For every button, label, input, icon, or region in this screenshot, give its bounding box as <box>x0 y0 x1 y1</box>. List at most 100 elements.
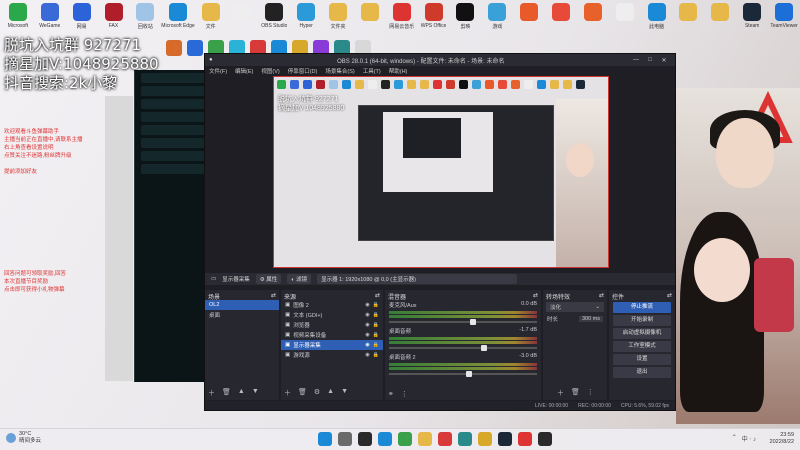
gear-icon[interactable]: ⚙ <box>314 388 320 398</box>
dock-menu-icon[interactable]: ⇄ <box>271 292 276 299</box>
transition-select[interactable]: 淡化 ⌄ <box>546 302 604 312</box>
desktop-shortcut[interactable]: 此电脑 <box>641 3 673 37</box>
link-icon[interactable]: ⚭ <box>388 390 394 398</box>
desktop-shortcut[interactable]: Steam <box>736 3 768 37</box>
desktop-shortcut[interactable]: WPS Office <box>418 3 450 37</box>
scene-item[interactable]: 桌面 <box>205 310 279 320</box>
menu-item[interactable]: 编辑(E) <box>235 67 253 75</box>
eye-icon[interactable]: ◉ <box>365 312 369 318</box>
properties-button[interactable]: ⚙ 属性 <box>255 274 282 284</box>
desktop-shortcut[interactable]: FAX <box>98 3 130 37</box>
source-item[interactable]: ▣ 游戏源 ◉ 🔒 <box>281 350 383 360</box>
add-icon[interactable]: ＋ <box>208 388 215 398</box>
slider-knob[interactable] <box>480 345 487 351</box>
arrow-up-icon[interactable]: ▲ <box>238 388 245 398</box>
desktop-shortcut[interactable] <box>354 3 386 37</box>
taskbar-app-icon[interactable] <box>478 432 492 446</box>
desktop-shortcut[interactable]: 游戏 <box>481 3 513 37</box>
desktop-shortcut[interactable]: Microsoft Edge <box>161 3 195 37</box>
volume-slider[interactable] <box>389 371 537 377</box>
arrow-up-icon[interactable]: ▲ <box>327 388 334 398</box>
desktop-shortcut[interactable]: 文件 <box>195 3 227 37</box>
add-icon[interactable]: ＋ <box>557 388 564 398</box>
source-item[interactable]: ▣ 视频采集设备 ◉ 🔒 <box>281 330 383 340</box>
menu-item[interactable]: 停靠窗口(D) <box>288 67 318 75</box>
menu-item[interactable]: 视图(V) <box>261 67 279 75</box>
menu-item[interactable]: 文件(F) <box>209 67 227 75</box>
taskbar-app-icon[interactable] <box>398 432 412 446</box>
taskbar-app-icon[interactable] <box>458 432 472 446</box>
taskbar-app-icon[interactable] <box>438 432 452 446</box>
system-tray[interactable]: ⌃ 中 ⋅ ♪ <box>732 434 756 443</box>
desktop-shortcut[interactable] <box>609 3 641 37</box>
dock-menu-icon[interactable]: ⇄ <box>599 292 604 299</box>
dock-menu-icon[interactable]: ⇄ <box>375 292 380 299</box>
taskbar-app-icon[interactable] <box>498 432 512 446</box>
desktop-shortcut[interactable] <box>545 3 577 37</box>
desktop-shortcut[interactable] <box>227 3 259 37</box>
desktop-shortcut[interactable]: Microsoft <box>2 3 34 37</box>
add-icon[interactable]: ＋ <box>284 388 291 398</box>
control-button[interactable]: 停止推流 <box>613 302 671 313</box>
source-item[interactable]: ▣ 显示器采集 ◉ 🔒 <box>281 340 383 350</box>
eye-icon[interactable]: ◉ <box>365 322 369 328</box>
eye-icon[interactable]: ◉ <box>365 352 369 358</box>
arrow-down-icon[interactable]: ▼ <box>252 388 259 398</box>
source-item[interactable]: ▣ 图像 2 ◉ 🔒 <box>281 300 383 310</box>
display-select[interactable]: 显示器 1: 1920x1080 @ 0,0 (主显示器) <box>317 274 518 284</box>
dock-menu-icon[interactable]: ⇄ <box>667 292 672 299</box>
trash-icon[interactable]: 🗑 <box>571 388 580 398</box>
desktop-shortcut[interactable] <box>704 3 736 37</box>
trash-icon[interactable]: 🗑 <box>222 388 231 398</box>
maximize-icon[interactable]: □ <box>643 57 657 63</box>
lock-icon[interactable]: 🔒 <box>373 332 379 338</box>
lock-icon[interactable]: 🔒 <box>373 302 379 308</box>
filters-button[interactable]: ◐ 滤镜 <box>287 274 312 284</box>
desktop-shortcut[interactable] <box>513 3 545 37</box>
taskbar-app-icon[interactable] <box>358 432 372 446</box>
desktop-shortcut[interactable]: WeGame <box>34 3 66 37</box>
control-button[interactable]: 工作室模式 <box>613 341 671 352</box>
desktop-shortcut[interactable]: TeamViewer <box>768 3 800 37</box>
control-button[interactable]: 启动虚拟摄像机 <box>613 328 671 339</box>
eye-icon[interactable]: ◉ <box>365 332 369 338</box>
desktop-shortcut[interactable]: OBS Studio <box>258 3 290 37</box>
app-icon[interactable] <box>187 40 203 56</box>
menu-item[interactable]: 工具(T) <box>363 67 381 75</box>
desktop-shortcut[interactable]: 回收站 <box>129 3 161 37</box>
taskbar-app-icon[interactable] <box>418 432 432 446</box>
slider-knob[interactable] <box>470 319 477 325</box>
taskbar-app-icon[interactable] <box>378 432 392 446</box>
desktop-shortcut[interactable]: 文件夹 <box>322 3 354 37</box>
desktop-shortcut[interactable]: 网易云音乐 <box>386 3 418 37</box>
more-icon[interactable]: ⋮ <box>401 390 408 398</box>
duration-input[interactable]: 300 ms <box>578 316 603 322</box>
volume-slider[interactable] <box>389 319 537 325</box>
slider-knob[interactable] <box>465 371 472 377</box>
close-icon[interactable]: ✕ <box>657 57 671 64</box>
trash-icon[interactable]: 🗑 <box>298 388 307 398</box>
desktop-shortcut[interactable]: 网易 <box>66 3 98 37</box>
taskbar-app-icon[interactable] <box>518 432 532 446</box>
menu-item[interactable]: 场景集合(S) <box>325 67 354 75</box>
obs-window[interactable]: ● OBS 28.0.1 (64-bit, windows) - 配置文件: 未… <box>204 53 676 411</box>
taskbar-app-icon[interactable] <box>338 432 352 446</box>
taskbar-app-icon[interactable] <box>318 432 332 446</box>
lock-icon[interactable]: 🔒 <box>373 352 379 358</box>
volume-slider[interactable] <box>389 345 537 351</box>
obs-preview[interactable]: 脱坑入坑群 927271 摘星加V:1048925880 <box>273 76 609 268</box>
lock-icon[interactable]: 🔒 <box>373 322 379 328</box>
desktop-shortcut[interactable] <box>577 3 609 37</box>
tray-chevron-icon[interactable]: ⌃ <box>732 434 737 443</box>
source-item[interactable]: ▣ 浏览器 ◉ 🔒 <box>281 320 383 330</box>
weather-widget[interactable]: 30°C 晴间多云 <box>6 431 41 445</box>
obs-titlebar[interactable]: ● OBS 28.0.1 (64-bit, windows) - 配置文件: 未… <box>205 54 675 66</box>
desktop-shortcut[interactable]: 剪映 <box>450 3 482 37</box>
eye-icon[interactable]: ◉ <box>365 302 369 308</box>
eye-icon[interactable]: ◉ <box>365 342 369 348</box>
control-button[interactable]: 退出 <box>613 367 671 378</box>
taskbar-app-icon[interactable] <box>538 432 552 446</box>
minimize-icon[interactable]: — <box>629 57 643 63</box>
clock[interactable]: 23:59 2022/8/22 <box>770 432 794 446</box>
control-button[interactable]: 开始录制 <box>613 315 671 326</box>
